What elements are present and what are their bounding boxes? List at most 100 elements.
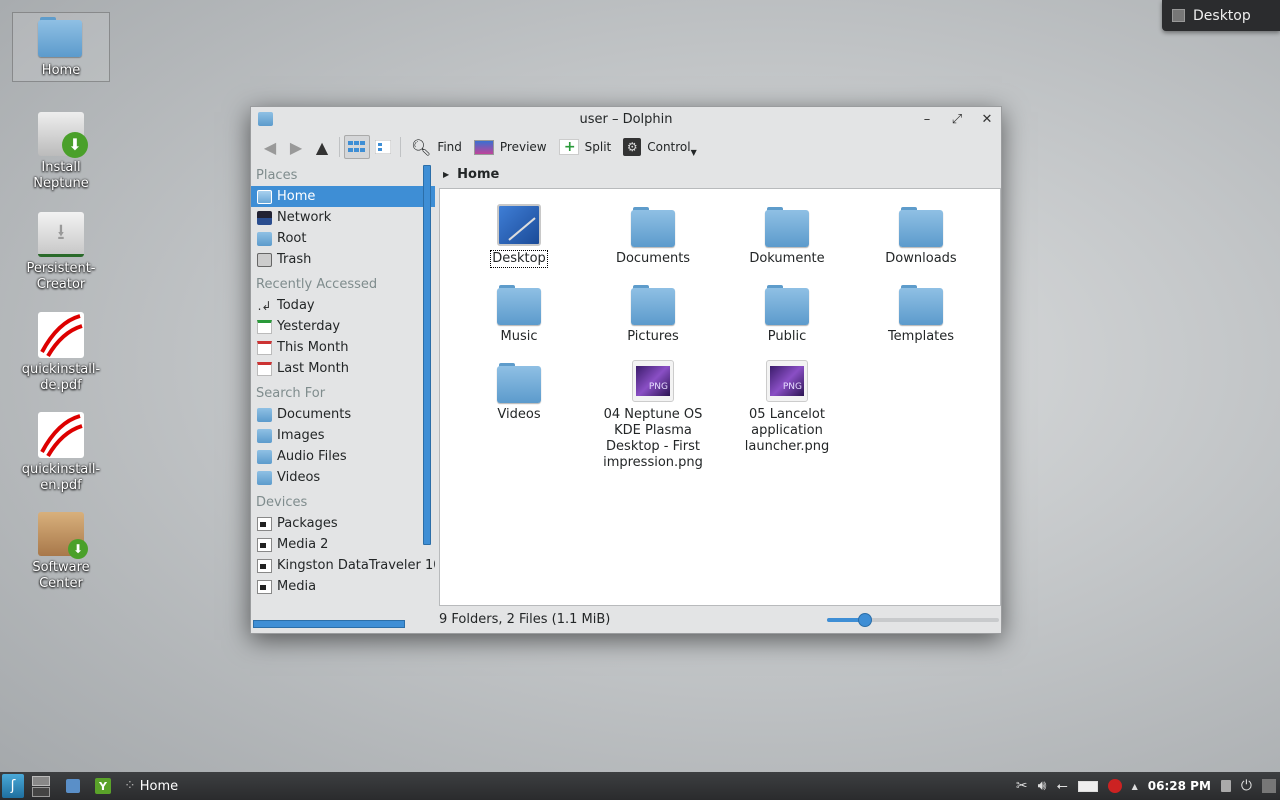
file-item[interactable]: Downloads [854, 201, 988, 267]
desktop-icon[interactable]: ⬇ Software Center [12, 512, 110, 592]
lock-icon[interactable] [1220, 780, 1231, 792]
desktop-icon[interactable]: ⭳ Persistent-Creator [12, 212, 110, 292]
file-item[interactable]: Desktop [452, 201, 586, 268]
back-button[interactable]: ◀ [257, 135, 283, 159]
cal-icon [257, 340, 272, 355]
control-gear-icon: ⚙ [623, 138, 642, 156]
desktop-icon-label: Persistent-Creator [26, 261, 96, 292]
split-icon: + [558, 139, 579, 155]
breadcrumb[interactable]: ▶ Home [439, 161, 1002, 187]
close-button[interactable]: ✕ [978, 111, 996, 129]
places-item-last-month[interactable]: Last Month [251, 358, 435, 379]
places-vertical-scrollbar[interactable] [423, 165, 431, 545]
no-network-icon[interactable] [1107, 779, 1122, 793]
places-item-images[interactable]: Images [251, 425, 435, 446]
places-horizontal-scrollbar[interactable] [253, 620, 405, 628]
places-item-trash[interactable]: Trash [251, 249, 435, 270]
file-item[interactable]: Public [720, 279, 854, 345]
places-item-videos[interactable]: Videos [251, 467, 435, 488]
app-launcher-button[interactable]: ʃ [2, 774, 24, 798]
file-item[interactable]: Dokumente [720, 201, 854, 267]
file-name: 04 Neptune OS KDE Plasma Desktop - First… [603, 407, 703, 470]
today-icon: .↲ [257, 298, 272, 313]
places-item-today[interactable]: .↲ Today [251, 295, 435, 316]
desktop-icon[interactable]: Home [12, 12, 110, 82]
places-item-yesterday[interactable]: Yesterday [251, 316, 435, 337]
volume-icon[interactable]: 🔊︎ [1038, 778, 1047, 794]
desktop-icon[interactable]: quickinstall-en.pdf [12, 412, 110, 493]
desktop-pager[interactable]: Desktop [1162, 0, 1280, 31]
places-item-documents[interactable]: Documents [251, 404, 435, 425]
file-name: Downloads [885, 251, 957, 266]
zoom-slider[interactable] [827, 613, 999, 627]
places-item-media[interactable]: Media [251, 576, 435, 597]
places-item-kingston-datatraveler-10[interactable]: Kingston DataTraveler 10 [251, 555, 435, 576]
show-desktop-button[interactable] [30, 774, 52, 798]
places-item-root[interactable]: Root [251, 228, 435, 249]
find-button[interactable]: 🔍︎ Find [405, 135, 468, 159]
tray-expand-icon[interactable]: ▲ [1132, 782, 1138, 791]
file-name: 05 Lancelot application launcher.png [744, 407, 830, 454]
file-item[interactable]: Pictures [586, 279, 720, 345]
install-icon: ⬇ [38, 112, 88, 158]
file-manager-launcher[interactable] [64, 774, 82, 798]
software-icon: Y [95, 778, 111, 794]
preview-label: Preview [499, 140, 547, 154]
dolphin-window: user – Dolphin – ⤢ ✕ ◀ ▶ ▲ 🔍︎ Find Previ… [250, 106, 1002, 634]
breadcrumb-home[interactable]: Home [457, 167, 499, 182]
preview-button[interactable]: Preview [468, 135, 553, 159]
panel-toolbox-icon[interactable] [1262, 779, 1276, 793]
places-item-this-month[interactable]: This Month [251, 337, 435, 358]
file-item[interactable]: PNG 04 Neptune OS KDE Plasma Desktop - Fi… [586, 357, 720, 471]
file-item[interactable]: Documents [586, 201, 720, 267]
forward-arrow-icon: ▶ [289, 137, 303, 157]
clock[interactable]: 06:28 PM [1148, 779, 1211, 793]
battery-icon[interactable] [1077, 780, 1098, 792]
png-image-icon: PNG [763, 357, 811, 405]
cal-icon [257, 361, 272, 376]
show-desktop-icon-lower [32, 786, 50, 797]
task-home[interactable]: ⁘ Home [124, 774, 178, 798]
places-item-network[interactable]: Network [251, 207, 435, 228]
places-item-label: Last Month [277, 361, 349, 376]
clipboard-scissors-icon[interactable]: ✂ [1016, 778, 1028, 794]
file-name: Public [767, 329, 807, 344]
up-button[interactable]: ▲ [309, 135, 335, 159]
places-item-packages[interactable]: Packages [251, 513, 435, 534]
places-section-header: Search For [256, 386, 326, 401]
desktop-icon[interactable]: quickinstall-de.pdf [12, 312, 110, 393]
power-icon[interactable]: ⏻ [1241, 778, 1252, 794]
file-name: Templates [887, 329, 955, 344]
dev-icon [257, 537, 272, 552]
places-item-media-2[interactable]: Media 2 [251, 534, 435, 555]
places-item-label: This Month [277, 340, 349, 355]
trash-icon [257, 252, 272, 267]
minimize-button[interactable]: – [918, 111, 936, 129]
maximize-button[interactable]: ⤢ [948, 111, 966, 129]
zoom-slider-handle[interactable] [857, 613, 872, 627]
launcher-icon: ʃ [10, 778, 16, 794]
pdf-icon [38, 412, 84, 458]
places-item-home[interactable]: Home [251, 186, 435, 207]
file-item[interactable]: PNG 05 Lancelot application launcher.png [720, 357, 854, 471]
icons-view-button[interactable] [344, 135, 370, 159]
file-view[interactable]: Desktop Documents Dokumente Downloads Music P… [439, 188, 1001, 606]
desktop-icon[interactable]: ⬇ Install Neptune [12, 112, 110, 192]
file-item[interactable]: Music [452, 279, 586, 345]
split-button[interactable]: + Split [553, 135, 618, 159]
file-item[interactable]: Templates [854, 279, 988, 345]
software-launcher[interactable]: Y [94, 774, 112, 798]
title-bar[interactable]: user – Dolphin – ⤢ ✕ [251, 107, 1001, 133]
pager-label: Desktop [1193, 7, 1251, 24]
compact-view-button[interactable] [370, 135, 396, 159]
control-menu-button[interactable]: ⚙ Control ▼ [617, 135, 703, 159]
places-item-audio-files[interactable]: Audio Files [251, 446, 435, 467]
forward-button[interactable]: ▶ [283, 135, 309, 159]
desktop-square-icon [1172, 9, 1185, 22]
folder-icon [257, 428, 272, 443]
usb-icon[interactable]: ⭠ [1056, 778, 1067, 794]
desktop-icon-label: Software Center [32, 560, 90, 591]
file-item[interactable]: Videos [452, 357, 586, 471]
folder-icon [897, 201, 945, 249]
loading-spinner-icon: ⁘ [124, 778, 136, 794]
